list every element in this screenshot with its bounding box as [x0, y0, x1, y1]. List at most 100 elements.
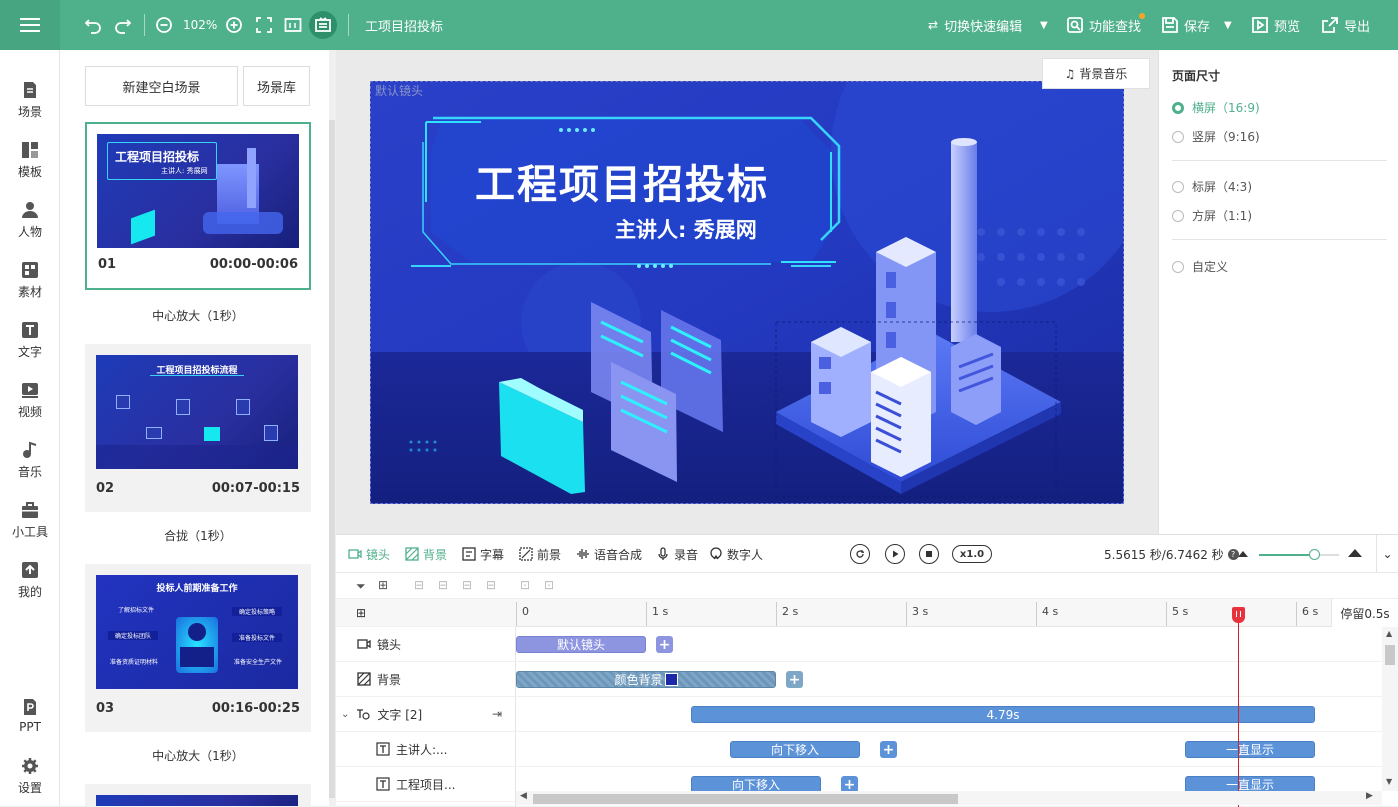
speed-button[interactable]: x1.0 — [952, 545, 992, 563]
size-option-label: 竖屏（9:16) — [1192, 130, 1260, 144]
nav-item-settings[interactable]: 设置 — [0, 748, 60, 804]
nav-item-material[interactable]: 素材 — [0, 252, 60, 308]
track-label-text-group[interactable]: ⌄ 文字 [2] ⇥ — [336, 697, 516, 732]
tab-background[interactable]: 背景 — [405, 535, 447, 573]
nav-label: 文字 — [17, 344, 42, 359]
switch-dropdown-button[interactable]: ▼ — [1040, 0, 1048, 50]
switch-quick-edit-button[interactable]: ⇄ 切换快速编辑 — [928, 0, 1022, 50]
scene-transition[interactable]: 中心放大（1秒） — [85, 307, 311, 324]
zoom-slider-knob[interactable] — [1309, 549, 1320, 560]
add-camera-button[interactable]: + — [656, 636, 673, 653]
timeline-horizontal-scrollbar[interactable]: ◀ ▶ — [516, 791, 1382, 805]
menu-button[interactable] — [0, 0, 60, 50]
scene-card-01[interactable]: 工程项目招投标 主讲人: 秀展网 01 00:00-00:06 — [85, 122, 311, 290]
tab-label: 镜头 — [366, 547, 391, 562]
speaker-enter-clip[interactable]: 向下移入 — [730, 741, 860, 758]
add-background-button[interactable]: + — [786, 671, 803, 688]
slide-title[interactable]: 工程项目招投标 — [475, 152, 769, 210]
exit-group-icon[interactable]: ⇥ — [492, 707, 502, 721]
speaker-stay-clip[interactable]: 一直显示 — [1185, 741, 1315, 758]
size-option-custom[interactable]: 自定义 — [1172, 258, 1228, 275]
actual-size-button[interactable] — [284, 0, 302, 50]
slide-stage[interactable]: 默认镜头 工程项目招投标 主讲人: 秀展网 — [370, 81, 1124, 504]
scene-transition[interactable]: 合拢（1秒） — [85, 527, 311, 544]
tab-tts[interactable]: 语音合成 — [576, 535, 642, 573]
align-icon[interactable]: ⊞ — [378, 578, 388, 592]
undo-button[interactable] — [84, 0, 102, 50]
tab-subtitle[interactable]: 字幕 — [462, 535, 504, 573]
fullscreen-button[interactable] — [255, 0, 273, 50]
tick-label: 2 s — [782, 605, 799, 618]
layout-icon[interactable]: ⊞ — [336, 599, 516, 627]
nav-item-my[interactable]: 我的 — [0, 552, 60, 608]
tab-foreground[interactable]: 前景 — [519, 535, 561, 573]
save-button[interactable]: 保存 — [1161, 0, 1210, 50]
size-option-4-3[interactable]: 标屏（4:3) — [1172, 178, 1252, 195]
timeline-zoom-slider[interactable] — [1259, 549, 1339, 560]
help-icon[interactable]: ? — [1227, 548, 1239, 560]
text-group-clip[interactable]: 4.79s — [691, 706, 1315, 723]
scenes-scrollbar[interactable] — [329, 50, 335, 806]
save-dropdown-button[interactable]: ▼ — [1224, 0, 1232, 50]
feature-search-button[interactable]: 功能查找 — [1066, 0, 1145, 50]
camera-clip[interactable]: 默认镜头 — [516, 636, 646, 653]
scene-transition[interactable]: 中心放大（1秒） — [85, 747, 311, 764]
nav-item-scene[interactable]: 场景 — [0, 72, 60, 128]
zoom-out-button[interactable] — [155, 0, 173, 50]
subtitle-mode-button[interactable] — [309, 0, 337, 50]
tab-record[interactable]: 录音 — [656, 535, 698, 573]
track-label-camera[interactable]: 镜头 — [336, 627, 516, 662]
nav-item-video[interactable]: 视频 — [0, 372, 60, 428]
size-option-1-1[interactable]: 方屏（1:1) — [1172, 207, 1252, 224]
scene-card-03[interactable]: 投标人前期准备工作 了解招标文件 确定投标策略 确定投标团队 准备投标文件 准备… — [85, 564, 311, 732]
timeline-tabs: 镜头 背景 字幕 前景 语音合成 录音 数字人 x1.0 5.5615 秒/6.… — [336, 535, 1398, 573]
tab-digital-human[interactable]: 数字人 — [709, 535, 763, 573]
time-ruler[interactable]: 0 1 s 2 s 3 s 4 s 5 s 6 s — [516, 599, 1398, 627]
nav-item-template[interactable]: 模板 — [0, 132, 60, 188]
time-readout-text: 5.5615 秒/6.7462 秒 — [1104, 547, 1224, 562]
align-center-icon: ⊟ — [438, 578, 449, 592]
background-music-button[interactable]: ♫ 背景音乐 — [1042, 58, 1150, 89]
scene-card-04[interactable] — [85, 784, 311, 806]
tab-camera[interactable]: 镜头 — [348, 535, 390, 573]
scroll-thumb[interactable] — [1385, 645, 1395, 665]
filter-icon[interactable]: ⏷ — [356, 579, 366, 594]
track-label-background[interactable]: 背景 — [336, 662, 516, 697]
scroll-left-icon[interactable]: ◀ — [520, 791, 527, 801]
nav-item-toolbox[interactable]: 小工具 — [0, 492, 60, 548]
stop-button[interactable] — [919, 544, 939, 564]
add-animation-button[interactable]: + — [880, 741, 897, 758]
nav-item-person[interactable]: 人物 — [0, 192, 60, 248]
zoom-in-button[interactable] — [225, 0, 243, 50]
slide-subtitle[interactable]: 主讲人: 秀展网 — [615, 214, 757, 244]
scene-library-button[interactable]: 场景库 — [243, 66, 310, 106]
chevron-down-icon[interactable]: ⌄ — [341, 709, 349, 720]
replay-button[interactable] — [850, 544, 870, 564]
scroll-down-icon[interactable]: ▼ — [1386, 777, 1392, 786]
track-label-title[interactable]: 工程项目... — [336, 767, 516, 802]
timeline-vertical-scrollbar[interactable]: ▲ ▼ — [1382, 627, 1398, 791]
time-readout: 5.5615 秒/6.7462 秒 ? — [1104, 535, 1239, 573]
scroll-up-icon[interactable]: ▲ — [1386, 629, 1392, 638]
scroll-thumb[interactable] — [533, 794, 958, 804]
collapse-timeline-button[interactable]: ⌄ — [1376, 535, 1398, 573]
nav-item-text[interactable]: 文字 — [0, 312, 60, 368]
preview-button[interactable]: 预览 — [1251, 0, 1300, 50]
redo-button[interactable] — [114, 0, 132, 50]
scene-card-02[interactable]: 工程项目招投标流程 02 00:07-00:15 — [85, 344, 311, 512]
new-blank-scene-button[interactable]: 新建空白场景 — [85, 66, 238, 106]
project-title[interactable]: 工项目招投标 — [365, 0, 443, 50]
track-label-speaker[interactable]: 主讲人:... — [336, 732, 516, 767]
play-button[interactable] — [885, 544, 905, 564]
zoom-large-icon[interactable] — [1348, 549, 1362, 557]
nav-item-ppt[interactable]: PPT — [0, 688, 60, 744]
zoom-small-icon[interactable] — [1238, 551, 1248, 557]
size-option-9-16[interactable]: 竖屏（9:16) — [1172, 128, 1260, 145]
size-option-16-9[interactable]: 横屏（16:9) — [1172, 99, 1260, 116]
background-clip[interactable]: 颜色背景 — [516, 671, 776, 688]
export-button[interactable]: 导出 — [1321, 0, 1370, 50]
scroll-right-icon[interactable]: ▶ — [1366, 791, 1373, 801]
stay-duration[interactable]: 停留0.5s — [1331, 599, 1398, 627]
nav-item-music[interactable]: 音乐 — [0, 432, 60, 488]
playhead-handle[interactable] — [1232, 607, 1245, 623]
